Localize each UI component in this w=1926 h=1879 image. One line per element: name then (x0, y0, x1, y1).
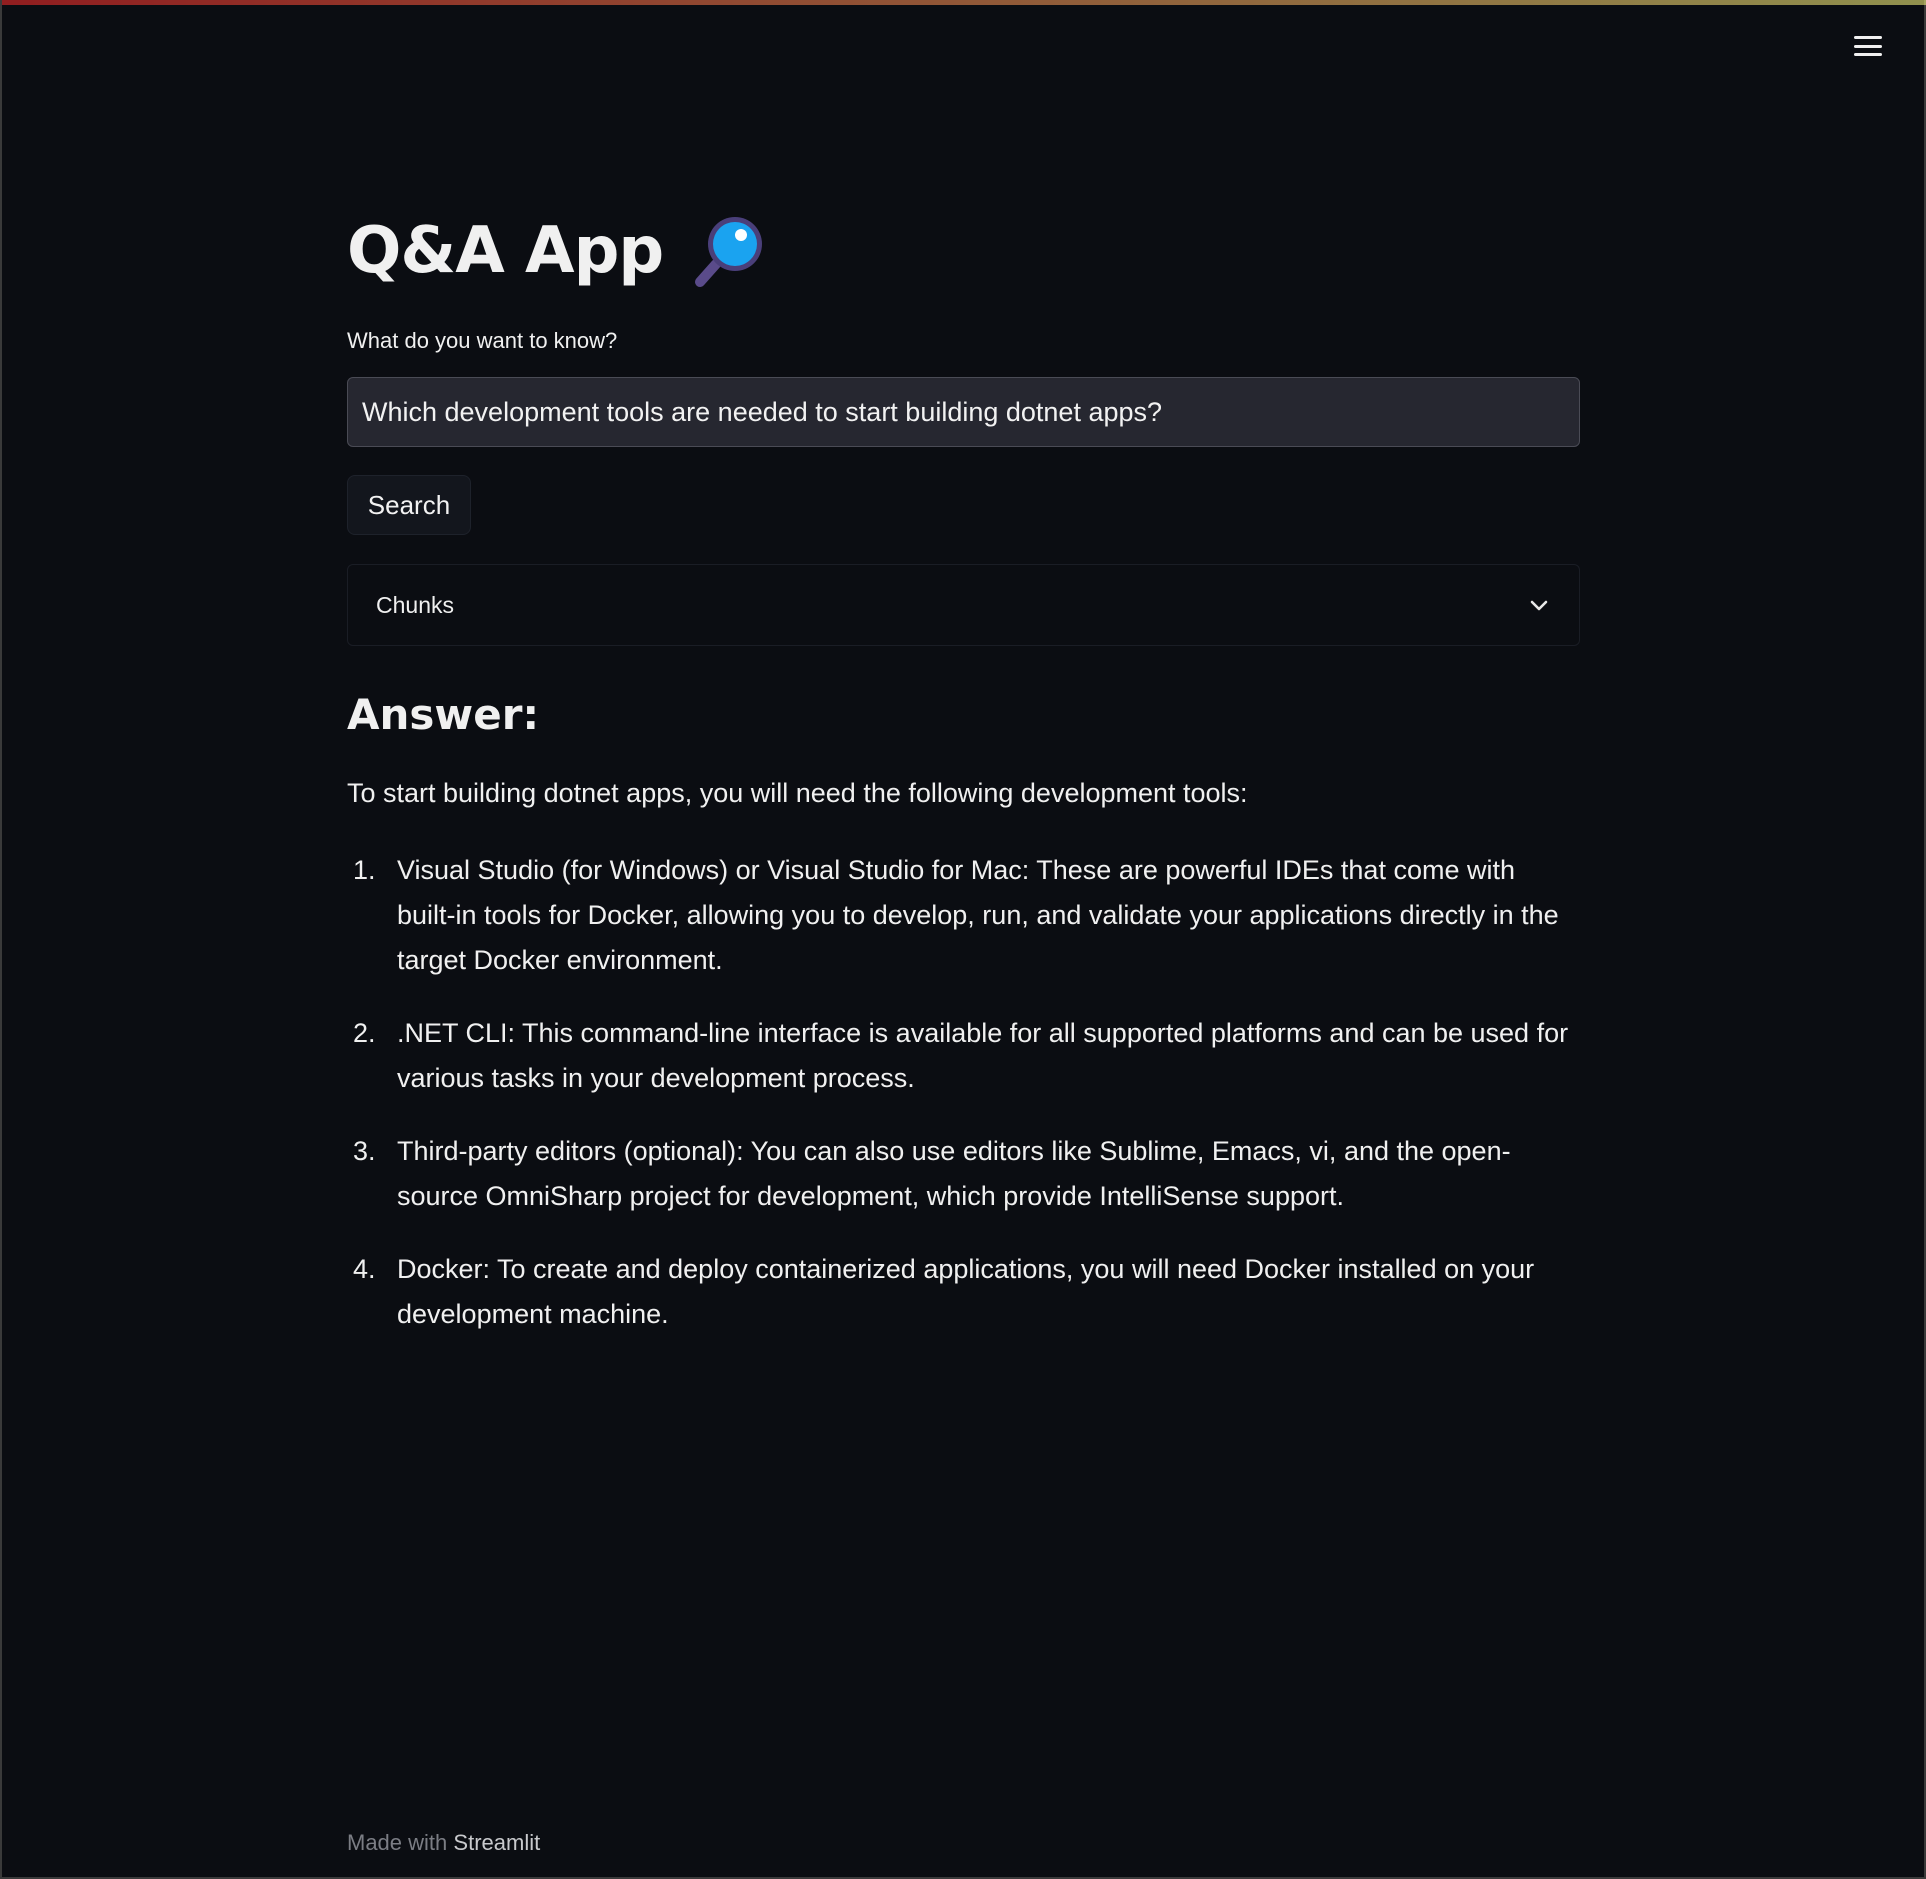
list-item-text: .NET CLI: This command-line interface is… (397, 1018, 1569, 1093)
list-item: 3. Third-party editors (optional): You c… (347, 1129, 1580, 1219)
footer-prefix: Made with (347, 1830, 448, 1855)
list-item-text: Visual Studio (for Windows) or Visual St… (397, 855, 1559, 975)
list-item-number: 2. (353, 1018, 376, 1048)
main-menu-button[interactable] (1848, 28, 1888, 64)
page-title: Q&A App (347, 214, 664, 288)
page-title-row: Q&A App (347, 205, 767, 297)
chunks-expander[interactable]: Chunks (347, 564, 1580, 646)
app-window: Q&A App What do you want to know? Search… (0, 0, 1926, 1879)
list-item: 4. Docker: To create and deploy containe… (347, 1247, 1580, 1337)
list-item: 1. Visual Studio (for Windows) or Visual… (347, 848, 1580, 983)
list-item: 2. .NET CLI: This command-line interface… (347, 1011, 1580, 1101)
list-item-text: Docker: To create and deploy containeriz… (397, 1254, 1535, 1329)
list-item-text: Third-party editors (optional): You can … (397, 1136, 1511, 1211)
search-button[interactable]: Search (347, 475, 471, 535)
streamlit-link[interactable]: Streamlit (453, 1830, 540, 1855)
question-input[interactable] (347, 377, 1580, 447)
list-item-number: 3. (353, 1136, 376, 1166)
hamburger-menu-icon (1854, 36, 1882, 56)
answer-heading: Answer: (347, 690, 540, 739)
answer-list: 1. Visual Studio (for Windows) or Visual… (347, 848, 1580, 1365)
footer: Made with Streamlit (347, 1830, 540, 1856)
question-field-label: What do you want to know? (347, 328, 618, 353)
list-item-number: 4. (353, 1254, 376, 1284)
answer-intro: To start building dotnet apps, you will … (347, 778, 1248, 808)
chevron-down-icon (1527, 593, 1551, 617)
magnifier-icon (691, 213, 767, 289)
top-decoration-bar (2, 0, 1926, 5)
chunks-expander-label: Chunks (376, 591, 454, 618)
list-item-number: 1. (353, 855, 376, 885)
